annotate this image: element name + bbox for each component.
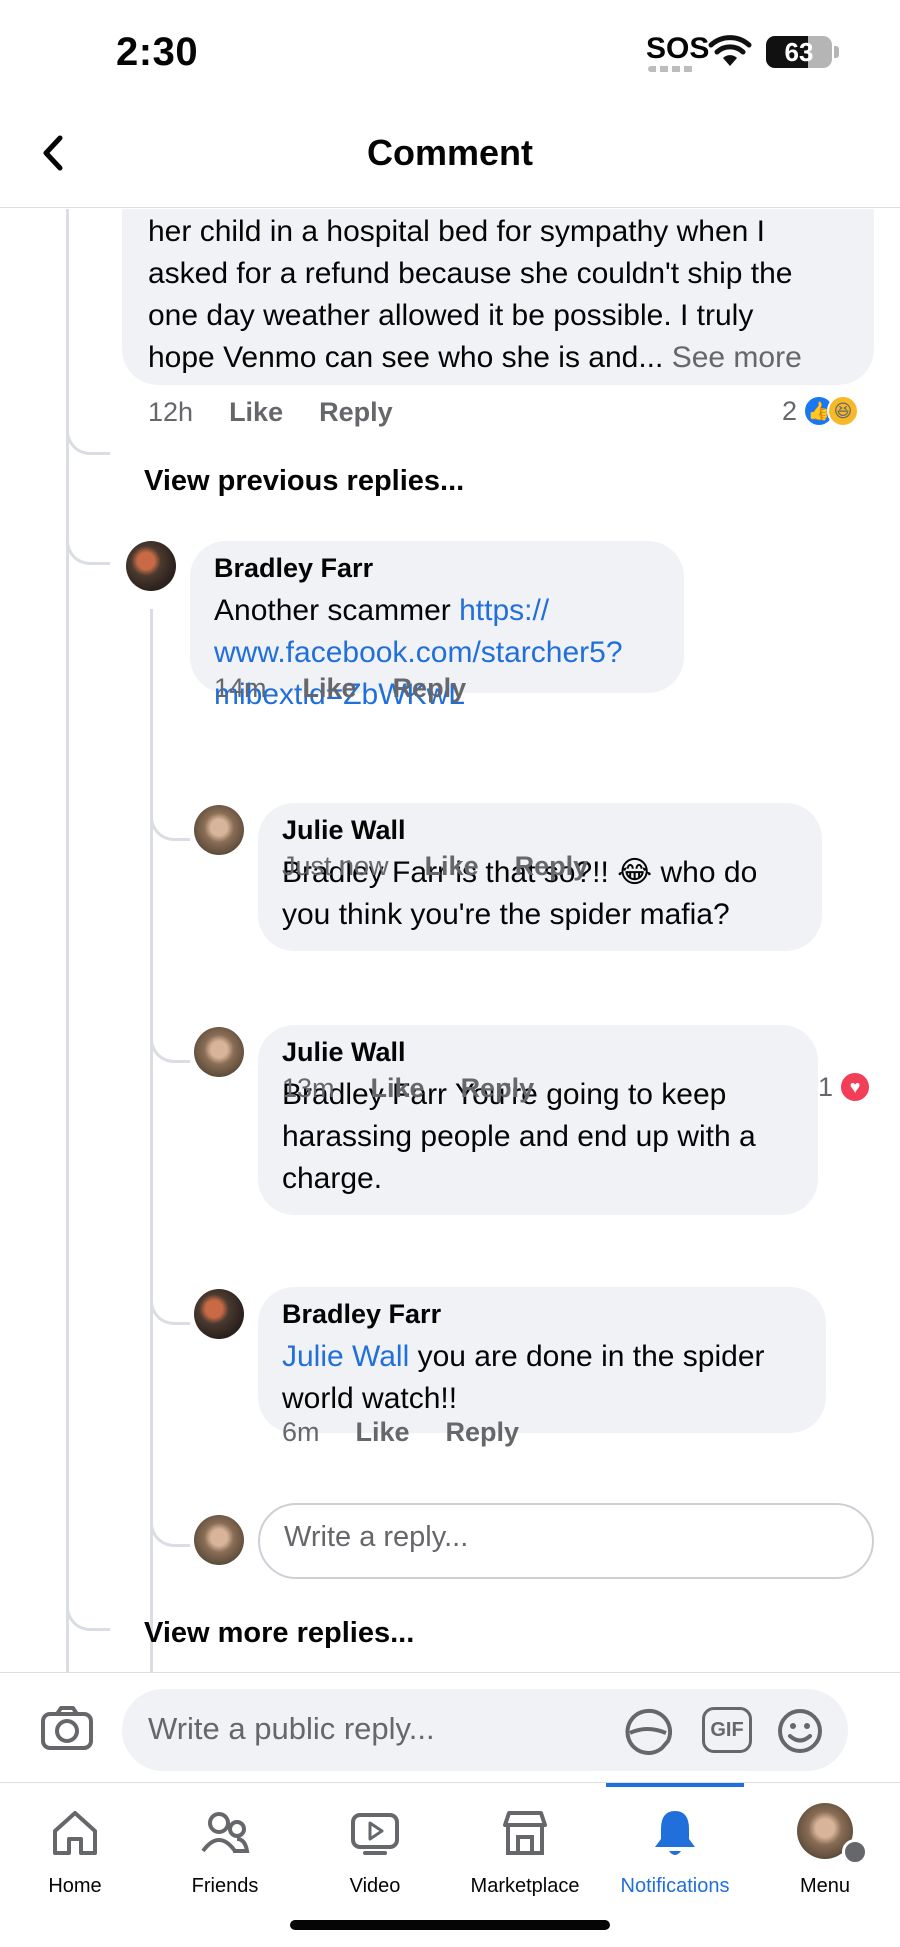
comment-actions: Just now Like Reply [282,851,588,882]
composer: Write a public reply... GIF [0,1672,900,1782]
page-title: Comment [366,132,533,173]
comment-time: Just now [282,851,389,881]
avatar[interactable] [194,1289,244,1339]
avatar[interactable] [194,1027,244,1077]
cellular-signal-icon [648,66,694,72]
nav-marketplace[interactable]: Marketplace [450,1783,600,1903]
emoji-icon[interactable] [776,1707,824,1755]
like-button[interactable]: Like [356,1417,410,1448]
menu-badge-icon [842,1839,868,1865]
avatar [194,1515,244,1565]
nav-label: Home [48,1875,102,1897]
comment-time: 12h [148,397,194,427]
view-more-replies[interactable]: View more replies... [144,1617,414,1650]
comment-author[interactable]: Bradley Farr [214,553,660,584]
mention-link[interactable]: Julie Wall [282,1340,409,1373]
comment-text: Julie Wall you are done in the spider wo… [282,1340,765,1415]
comment-actions: 14m Like Reply [214,673,466,704]
comment-time: 13m [282,1073,335,1103]
reply-button[interactable]: Reply [393,673,467,704]
marketplace-icon [503,1811,547,1855]
like-button[interactable]: Like [303,673,357,704]
comment-author[interactable]: Bradley Farr [282,1299,802,1330]
bell-icon [655,1811,695,1855]
comment-link[interactable]: https:// [459,594,549,627]
nav-menu[interactable]: Menu [750,1783,900,1903]
reply-button[interactable]: Reply [319,397,393,428]
reply-button[interactable]: Reply [515,851,589,882]
reaction-count: 2 [782,395,798,426]
nav-friends[interactable]: Friends [150,1783,300,1903]
comment-time: 14m [214,673,267,703]
comment-thread[interactable]: her child in a hospital bed for sympathy… [0,209,900,1672]
thread-connector [150,1283,190,1325]
like-button[interactable]: Like [425,851,479,882]
reaction-summary[interactable]: 1 ♥ [818,1071,872,1103]
avatar[interactable] [194,805,244,855]
thread-connector [66,1595,110,1631]
comment-bubble[interactable]: Bradley Farr Julie Wall you are done in … [258,1287,826,1433]
camera-icon[interactable] [40,1705,94,1751]
nav-label: Menu [799,1875,851,1897]
status-time: 2:30 [116,30,199,74]
thread-connector [66,529,110,565]
nav-home[interactable]: Home [0,1783,150,1903]
thread-connector [150,1021,190,1063]
nav-video[interactable]: Video [300,1783,450,1903]
comment-author[interactable]: Julie Wall [282,1037,794,1068]
reply-input[interactable]: Write a reply... [258,1503,874,1579]
nav-notifications[interactable]: Notifications [600,1783,750,1903]
gif-icon[interactable]: GIF [702,1707,752,1753]
avatar[interactable] [126,541,176,591]
thread-connector [150,799,190,841]
comment-text: her child in a hospital bed for sympathy… [148,215,802,374]
haha-reaction-icon: 😆 [827,395,860,427]
home-icon [53,1811,97,1855]
battery-percent: 63 [784,37,814,67]
reply-button[interactable]: Reply [461,1073,535,1104]
nav-label: Marketplace [470,1875,580,1897]
nav-label: Friends [191,1875,259,1897]
public-reply-placeholder: Write a public reply... [148,1711,435,1746]
like-button[interactable]: Like [229,397,283,428]
comment-author[interactable]: Julie Wall [282,815,798,846]
sos-indicator: SOS [646,32,710,65]
view-previous-replies[interactable]: View previous replies... [144,465,464,498]
reaction-count: 1 [818,1071,834,1102]
comment-time: 6m [282,1417,320,1447]
sticker-icon[interactable] [622,1707,672,1755]
battery-nub [834,46,839,58]
see-more-link[interactable]: See more [672,341,802,374]
nav-label: Video [349,1875,401,1897]
status-bar: 2:30 SOS 63 [0,0,900,100]
nav-label: Notifications [620,1875,730,1897]
comment-bubble[interactable]: her child in a hospital bed for sympathy… [122,209,874,385]
thread-connector [66,419,110,455]
video-icon [351,1813,399,1855]
wifi-icon [708,35,752,66]
home-indicator [290,1920,610,1930]
comment-bubble[interactable]: Bradley Farr Another scammer https:// ww… [190,541,684,711]
comment-actions: 12h Like Reply [148,397,393,428]
like-button[interactable]: Like [371,1073,425,1104]
thread-connector [150,1505,190,1547]
comment-actions: 6m Like Reply [282,1417,519,1448]
friends-icon [201,1812,250,1853]
public-reply-input[interactable]: Write a public reply... GIF [122,1689,848,1771]
comment-link[interactable]: www.facebook.com/starcher5? [214,632,660,674]
love-reaction-icon: ♥ [839,1071,872,1103]
reply-button[interactable]: Reply [446,1417,520,1448]
comment-bubble[interactable]: Julie Wall Bradley Farr You're going to … [258,1025,818,1215]
battery-icon: 63 [766,36,832,68]
comment-actions: 13m Like Reply [282,1073,534,1104]
reaction-summary[interactable]: 2 👍 😆 [782,395,860,427]
header: Comment [0,100,900,208]
